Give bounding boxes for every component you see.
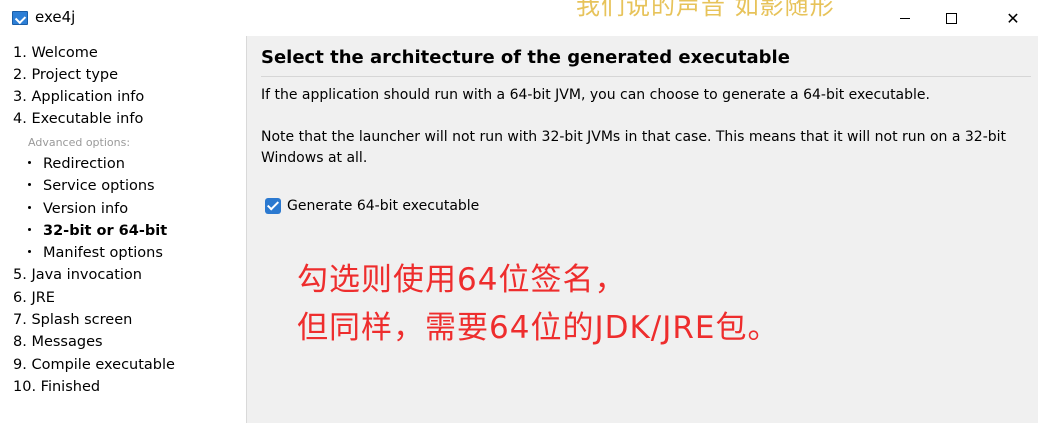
step-executable-info[interactable]: 4. Executable info <box>13 111 143 127</box>
step-project-type[interactable]: 2. Project type <box>13 67 118 83</box>
watermark-text: 我们说的声音 如影随形 <box>576 0 835 20</box>
maximize-button[interactable] <box>928 0 974 36</box>
sub-step-label: Service options <box>43 178 155 194</box>
title-bar: exe4j 我们说的声音 如影随形 ✕ <box>0 0 1038 36</box>
description-paragraph-1: If the application should run with a 64-… <box>261 87 930 103</box>
step-application-info[interactable]: 3. Application info <box>13 89 144 105</box>
bullet-icon <box>28 160 31 164</box>
bullet-icon <box>28 205 31 209</box>
step-compile-executable[interactable]: 9. Compile executable <box>13 357 175 373</box>
page-title: Select the architecture of the generated… <box>261 47 790 68</box>
minimize-button[interactable] <box>882 0 928 36</box>
description-paragraph-2-line-1: Note that the launcher will not run with… <box>261 129 1007 145</box>
window-title: exe4j <box>35 8 76 26</box>
annotation-line-2: 但同样，需要64位的JDK/JRE包。 <box>297 310 780 346</box>
sub-step-manifest-options[interactable]: Manifest options <box>28 245 163 261</box>
close-button[interactable]: ✕ <box>990 0 1036 36</box>
generate-64bit-checkbox-row[interactable]: Generate 64-bit executable <box>265 198 479 214</box>
step-finished[interactable]: 10. Finished <box>13 379 100 395</box>
step-java-invocation[interactable]: 5. Java invocation <box>13 267 142 283</box>
sub-step-label: Redirection <box>43 156 125 172</box>
advanced-options-label: Advanced options: <box>28 136 131 149</box>
sub-step-version-info[interactable]: Version info <box>28 201 128 217</box>
description-paragraph-2-line-2: Windows at all. <box>261 150 368 166</box>
step-jre[interactable]: 6. JRE <box>13 290 55 306</box>
sub-step-label: Manifest options <box>43 245 163 261</box>
step-messages[interactable]: 8. Messages <box>13 334 103 350</box>
bullet-icon <box>28 182 31 186</box>
wizard-steps-sidebar: 1. Welcome 2. Project type 3. Applicatio… <box>0 36 246 423</box>
maximize-icon <box>945 12 957 24</box>
step-splash-screen[interactable]: 7. Splash screen <box>13 312 132 328</box>
sub-step-label: 32-bit or 64-bit <box>43 223 168 239</box>
sub-step-service-options[interactable]: Service options <box>28 178 155 194</box>
close-icon: ✕ <box>1006 8 1020 28</box>
step-welcome[interactable]: 1. Welcome <box>13 45 98 61</box>
checkbox-checked-icon[interactable] <box>265 198 281 214</box>
bullet-icon <box>28 227 31 231</box>
bullet-icon <box>28 249 31 253</box>
generate-64bit-label[interactable]: Generate 64-bit executable <box>287 198 479 214</box>
sub-step-redirection[interactable]: Redirection <box>28 156 125 172</box>
sub-step-32-or-64-bit[interactable]: 32-bit or 64-bit <box>28 223 167 239</box>
heading-divider <box>261 76 1031 77</box>
sub-step-label: Version info <box>43 201 129 217</box>
minimize-icon <box>900 17 910 19</box>
app-icon <box>12 11 28 25</box>
annotation-line-1: 勾选则使用64位签名， <box>297 262 627 298</box>
main-panel: Select the architecture of the generated… <box>247 36 1038 423</box>
